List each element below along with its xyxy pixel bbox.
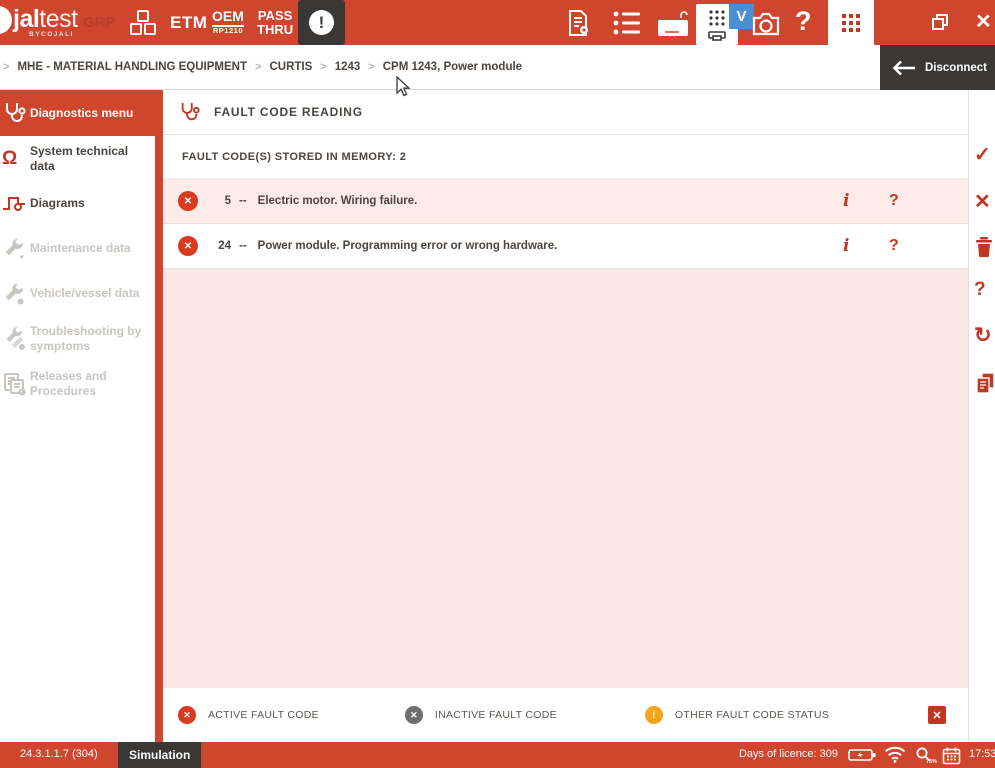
trash-icon [976,237,992,257]
status-bar: 24.3.1.1.7 (304) Simulation Days of lice… [0,742,995,768]
fault-description: Electric motor. Wiring failure. [257,195,418,207]
active-fault-status-icon: ✕ [178,236,198,256]
version-label: 24.3.1.1.7 (304) [20,748,98,760]
delete-fault-codes-button[interactable] [974,236,994,258]
fault-code-panel: FAULT CODE READING FAULT CODE(S) STORED … [163,90,968,742]
dot-grid-icon [709,9,725,26]
breadcrumb-item-curtis[interactable]: CURTIS [269,61,312,73]
report-stack-icon [976,372,995,394]
apps-grid-tab[interactable] [828,0,874,45]
wifi-icon[interactable] [884,746,906,763]
fault-reading-stethoscope-icon [178,99,200,125]
fault-help-button[interactable]: ? [889,192,899,210]
fault-row[interactable]: ✕ 5 -- Electric motor. Wiring failure. i… [163,179,968,224]
documents-icon [2,372,26,396]
modules-cubes-icon[interactable] [127,7,159,39]
close-legend-button[interactable]: ✕ [928,706,946,724]
inactive-fault-legend-icon: ✕ [404,706,423,724]
breadcrumb-item-system[interactable]: CPM 1243, Power module [383,61,522,73]
sidebar-item-releases-and-procedures[interactable]: Releases and Procedures [0,361,155,406]
stethoscope-icon [2,100,26,126]
sidebar-item-diagnostics-menu[interactable]: Diagnostics menu [0,90,163,136]
grp-menu-item[interactable]: GRP [83,14,116,31]
report-button[interactable] [974,372,995,394]
fault-legend: ✕ ACTIVE FAULT CODE ✕ INACTIVE FAULT COD… [163,688,968,742]
maintenance-wrench-icon [2,237,26,260]
circuit-diagram-icon [2,193,26,215]
etm-menu-item[interactable]: ETM [170,13,207,33]
top-toolbar: jaltest BYCOJALI GRP ETM OEM RP1210 PASS… [0,0,995,45]
fault-info-button[interactable]: i [843,236,849,256]
refresh-diagnosis-button[interactable]: ↻ [974,325,992,346]
keyboard-icon[interactable] [655,10,691,40]
simulation-mode-badge: Simulation [118,742,202,768]
jaltest-logo-mark-icon [0,6,12,34]
logo-subtitle: BYCOJALI [29,31,74,38]
camera-icon[interactable] [749,11,783,38]
close-button[interactable]: ✕ [975,12,992,32]
breadcrumb-item-mhe[interactable]: MHE - MATERIAL HANDLING EQUIPMENT [17,61,247,73]
sidebar-item-diagrams[interactable]: Diagrams [0,181,155,226]
fault-separator: -- [239,195,247,207]
confirm-check-button[interactable]: ✓ [974,145,991,165]
help-icon[interactable]: ? [795,6,812,37]
breadcrumb: > MHE - MATERIAL HANDLING EQUIPMENT > CU… [3,61,523,73]
other-fault-legend-icon: ! [644,706,663,724]
content-header: FAULT CODE READING [163,90,968,135]
clear-cross-button[interactable]: ✕ [974,192,991,212]
diagnosis-question-button[interactable]: ? [974,280,986,299]
wrench-icon [2,282,26,305]
zoom-magnifier-icon[interactable]: 75% [915,746,937,765]
jaltest-app-window: jaltest BYCOJALI GRP ETM OEM RP1210 PASS… [0,0,995,768]
clock-time-label: 17:53 [969,748,995,760]
report-viewer-icon[interactable] [563,8,593,38]
zoom-level-label: 75% [926,759,938,765]
fault-code: 24 [218,240,231,252]
page-title: FAULT CODE READING [214,105,363,119]
breadcrumb-bar: > MHE - MATERIAL HANDLING EQUIPMENT > CU… [0,45,995,127]
double-wrench-icon [2,326,26,351]
fault-row[interactable]: ✕ 24 -- Power module. Programming error … [163,224,968,269]
battery-icon [848,748,876,762]
active-fault-status-icon: ✕ [178,191,198,211]
active-fault-legend-icon: ✕ [178,706,196,724]
fault-list-background [163,269,968,688]
pass-thru-menu-item[interactable]: PASS THRU [257,8,293,38]
list-view-icon[interactable] [612,9,642,37]
memory-count-label: FAULT CODE(S) STORED IN MEMORY: 2 [163,135,968,179]
back-arrow-icon [892,60,915,75]
restore-button[interactable] [930,12,950,32]
breadcrumb-item-1243[interactable]: 1243 [335,61,361,73]
jaltest-logo: jaltest BYCOJALI [13,5,78,38]
sidebar: Diagnostics menu Ω System technical data… [0,90,163,742]
fault-description: Power module. Programming error or wrong… [257,240,558,252]
licence-days-label: Days of licence: 309 [738,748,838,760]
fault-code: 5 [224,195,231,207]
alerts-tab[interactable]: ! [298,0,345,45]
sidebar-item-system-technical-data[interactable]: Ω System technical data [0,136,155,181]
sidebar-content-divider [155,90,163,742]
printer-icon [708,30,726,41]
exclamation-icon: ! [309,10,334,35]
sidebar-item-maintenance-data[interactable]: Maintenance data [0,226,155,271]
fault-help-button[interactable]: ? [889,237,899,255]
calendar-icon[interactable] [942,746,961,765]
fault-info-button[interactable]: i [843,191,849,211]
breadcrumb-separator: > [3,61,10,73]
apps-grid-icon [842,13,860,32]
disconnect-button[interactable]: Disconnect [880,45,995,90]
oem-rp1210-menu-item[interactable]: OEM RP1210 [212,9,244,35]
restore-icon [932,14,948,30]
omega-icon: Ω [2,147,18,169]
fault-separator: -- [239,240,247,252]
sidebar-item-troubleshooting-by-symptoms[interactable]: Troubleshooting by symptoms [0,316,155,361]
right-action-toolbar: ✓ ✕ ? ↻ [968,90,995,742]
sidebar-item-vehicle-vessel-data[interactable]: Vehicle/vessel data [0,271,155,316]
